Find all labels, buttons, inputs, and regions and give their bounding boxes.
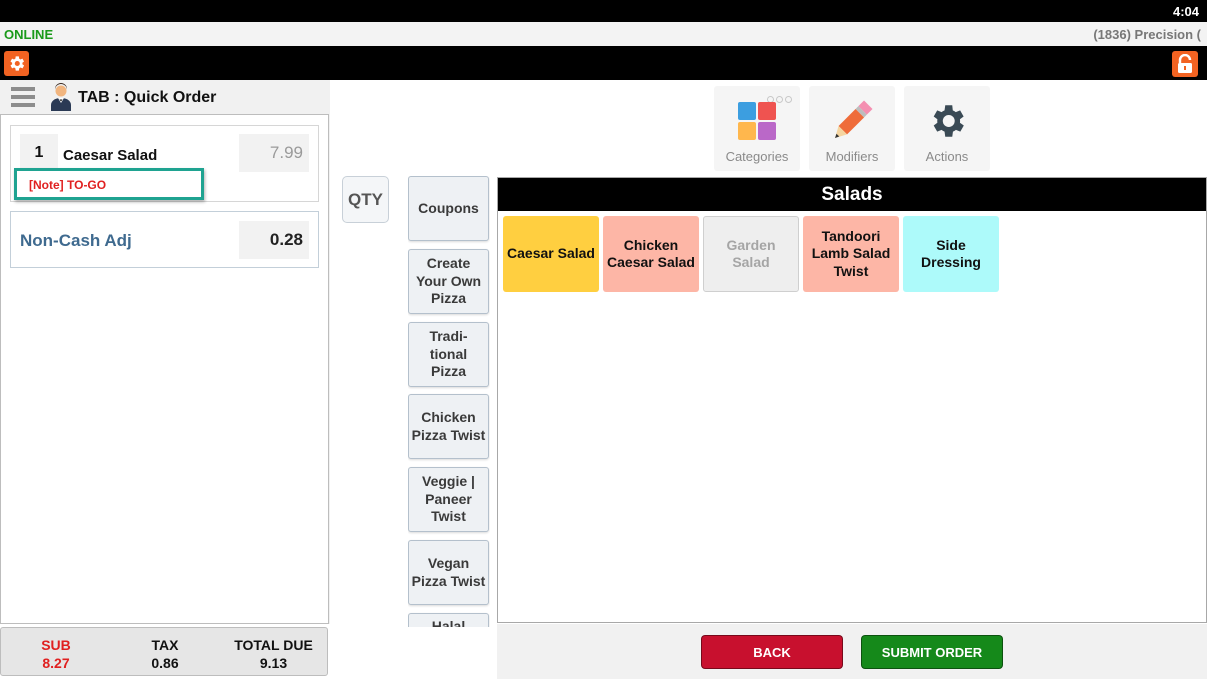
order-panel: TAB : Quick Order 1 Caesar Salad 7.99 [N… [0,80,330,624]
pencil-icon [835,100,873,138]
tax: TAX 0.86 [140,636,190,672]
menu-item-side-dressing[interactable]: Side Dressing [903,216,999,292]
subtotal: SUB 8.27 [31,636,81,672]
connection-status: ONLINE [4,27,54,42]
lock-button[interactable] [1172,51,1198,77]
category-create-your-own-pizza[interactable]: Create Your Own Pizza [408,249,489,314]
top-toolbar [0,46,1207,80]
hamburger-icon[interactable] [11,87,35,109]
subtotal-label: SUB [41,637,71,653]
tab-actions[interactable]: Actions [904,86,990,171]
menu-category-header: Salads [498,178,1206,211]
order-title: TAB : Quick Order [78,89,217,106]
adjustment-amount: 0.28 [239,221,309,259]
total-due-value: 9.13 [259,655,288,671]
order-line-item[interactable]: 1 Caesar Salad 7.99 [Note] TO-GO [10,125,319,202]
total-due: TOTAL DUE 9.13 [226,636,321,672]
menu-items-panel: Salads Caesar Salad Chicken Caesar Salad… [497,177,1207,623]
category-coupons[interactable]: Coupons [408,176,489,241]
system-status-bar: 4:04 [0,0,1207,22]
subtotal-value: 8.27 [42,655,70,671]
menu-item-caesar-salad[interactable]: Caesar Salad [503,216,599,292]
category-halal[interactable]: Halal [408,613,489,627]
order-header: TAB : Quick Order [0,80,330,114]
category-list[interactable]: Coupons Create Your Own Pizza Tradi-tion… [408,176,490,627]
bottom-action-bar [497,624,1207,679]
categories-icon [738,102,776,140]
totals-bar: SUB 8.27 TAX 0.86 TOTAL DUE 9.13 [0,627,328,676]
tab-categories-label: Categories [725,149,789,164]
settings-button[interactable] [4,51,29,76]
tab-categories[interactable]: Categories [714,86,800,171]
menu-item-tandoori-lamb-salad-twist[interactable]: Tandoori Lamb Salad Twist [803,216,899,292]
category-traditional-pizza[interactable]: Tradi-tional Pizza [408,322,489,387]
back-button[interactable]: BACK [701,635,843,669]
connection-bar: ONLINE (1836) Precision ( [0,22,1207,46]
tab-actions-label: Actions [925,149,969,164]
clock: 4:04 [1172,4,1199,19]
menu-item-garden-salad[interactable]: Garden Salad [703,216,799,292]
gear-icon [933,105,964,137]
category-vegan-pizza-twist[interactable]: Vegan Pizza Twist [408,540,489,605]
tab-modifiers[interactable]: Modifiers [809,86,895,171]
category-veggie-paneer-twist[interactable]: Veggie | Paneer Twist [408,467,489,532]
item-quantity: 1 [20,134,58,172]
adjustment-line[interactable]: Non-Cash Adj 0.28 [10,211,319,268]
tax-label: TAX [151,637,179,653]
category-chicken-pizza-twist[interactable]: Chicken Pizza Twist [408,394,489,459]
item-note[interactable]: [Note] TO-GO [14,168,204,200]
store-name: (1836) Precision ( [1093,27,1201,42]
qty-button[interactable]: QTY [342,176,389,223]
lock-icon [1178,54,1192,73]
item-price: 7.99 [239,134,309,172]
order-list: 1 Caesar Salad 7.99 [Note] TO-GO Non-Cas… [0,114,329,624]
total-due-label: TOTAL DUE [234,637,313,653]
gear-icon [10,56,25,71]
tax-value: 0.86 [151,655,179,671]
adjustment-name: Non-Cash Adj [20,231,132,250]
item-name: Caesar Salad [63,147,158,164]
submit-order-button[interactable]: SUBMIT ORDER [861,635,1003,669]
tab-modifiers-label: Modifiers [825,149,879,164]
waiter-icon [51,83,71,111]
menu-item-chicken-caesar-salad[interactable]: Chicken Caesar Salad [603,216,699,292]
item-note-text: [Note] TO-GO [29,178,107,192]
